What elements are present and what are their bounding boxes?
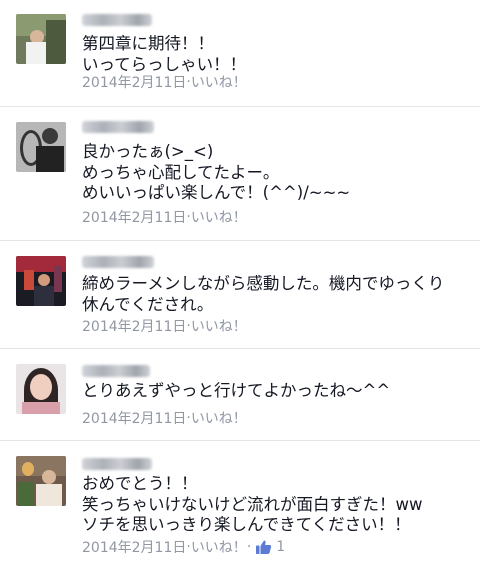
comment-date[interactable]: 2014年2月11日: [82, 408, 186, 428]
comment-text: 第四章に期待！！ いってらっしゃい！！: [82, 34, 247, 74]
comment-item: とりあえずやっと行けてよかったね〜^^ 2014年2月11日 · いいね！: [0, 349, 480, 440]
comment-text: 良かったぁ(>_<) めっちゃ心配してたよー。 めいいっぱい楽しんで！(^^)/…: [82, 142, 351, 202]
comment-date[interactable]: 2014年2月11日: [82, 207, 186, 227]
comment-date[interactable]: 2014年2月11日: [82, 72, 186, 92]
comment-text: 締めラーメンしながら感動した。機内でゆっくり 休んでくだされ。: [82, 274, 445, 314]
comment-item: 締めラーメンしながら感動した。機内でゆっくり 休んでくだされ。 2014年2月1…: [0, 241, 480, 348]
commenter-name-redacted[interactable]: [82, 458, 152, 470]
meta-separator: ·: [246, 539, 252, 555]
commenter-avatar[interactable]: [16, 456, 66, 506]
like-link[interactable]: いいね！: [191, 207, 247, 227]
commenter-avatar[interactable]: [16, 364, 66, 414]
commenter-avatar[interactable]: [16, 256, 66, 306]
commenter-name-redacted[interactable]: [82, 256, 154, 268]
comment-item: 第四章に期待！！ いってらっしゃい！！ 2014年2月11日 · いいね！: [0, 0, 480, 106]
thumbs-up-icon[interactable]: [255, 539, 272, 555]
like-link[interactable]: いいね！: [191, 537, 247, 557]
comment-date[interactable]: 2014年2月11日: [82, 316, 186, 336]
comment-date[interactable]: 2014年2月11日: [82, 537, 186, 557]
comment-meta: 2014年2月11日 · いいね！ · 1: [82, 537, 285, 557]
comment-meta: 2014年2月11日 · いいね！: [82, 72, 247, 92]
commenter-avatar[interactable]: [16, 14, 66, 64]
commenter-avatar[interactable]: [16, 122, 66, 172]
comment-meta: 2014年2月11日 · いいね！: [82, 408, 247, 428]
like-link[interactable]: いいね！: [191, 408, 247, 428]
comment-meta: 2014年2月11日 · いいね！: [82, 207, 247, 227]
comment-meta: 2014年2月11日 · いいね！: [82, 316, 247, 336]
comment-item: おめでとう！！ 笑っちゃいけないけど流れが面白すぎた！ww ソチを思いっきり楽し…: [0, 441, 480, 573]
like-link[interactable]: いいね！: [191, 316, 247, 336]
like-link[interactable]: いいね！: [191, 72, 247, 92]
comment-item: 良かったぁ(>_<) めっちゃ心配してたよー。 めいいっぱい楽しんで！(^^)/…: [0, 107, 480, 240]
like-count[interactable]: 1: [276, 539, 285, 555]
comment-text: おめでとう！！ 笑っちゃいけないけど流れが面白すぎた！ww ソチを思いっきり楽し…: [82, 474, 423, 534]
commenter-name-redacted[interactable]: [82, 365, 150, 377]
comment-text: とりあえずやっと行けてよかったね〜^^: [82, 381, 391, 400]
commenter-name-redacted[interactable]: [82, 121, 154, 133]
commenter-name-redacted[interactable]: [82, 14, 152, 26]
